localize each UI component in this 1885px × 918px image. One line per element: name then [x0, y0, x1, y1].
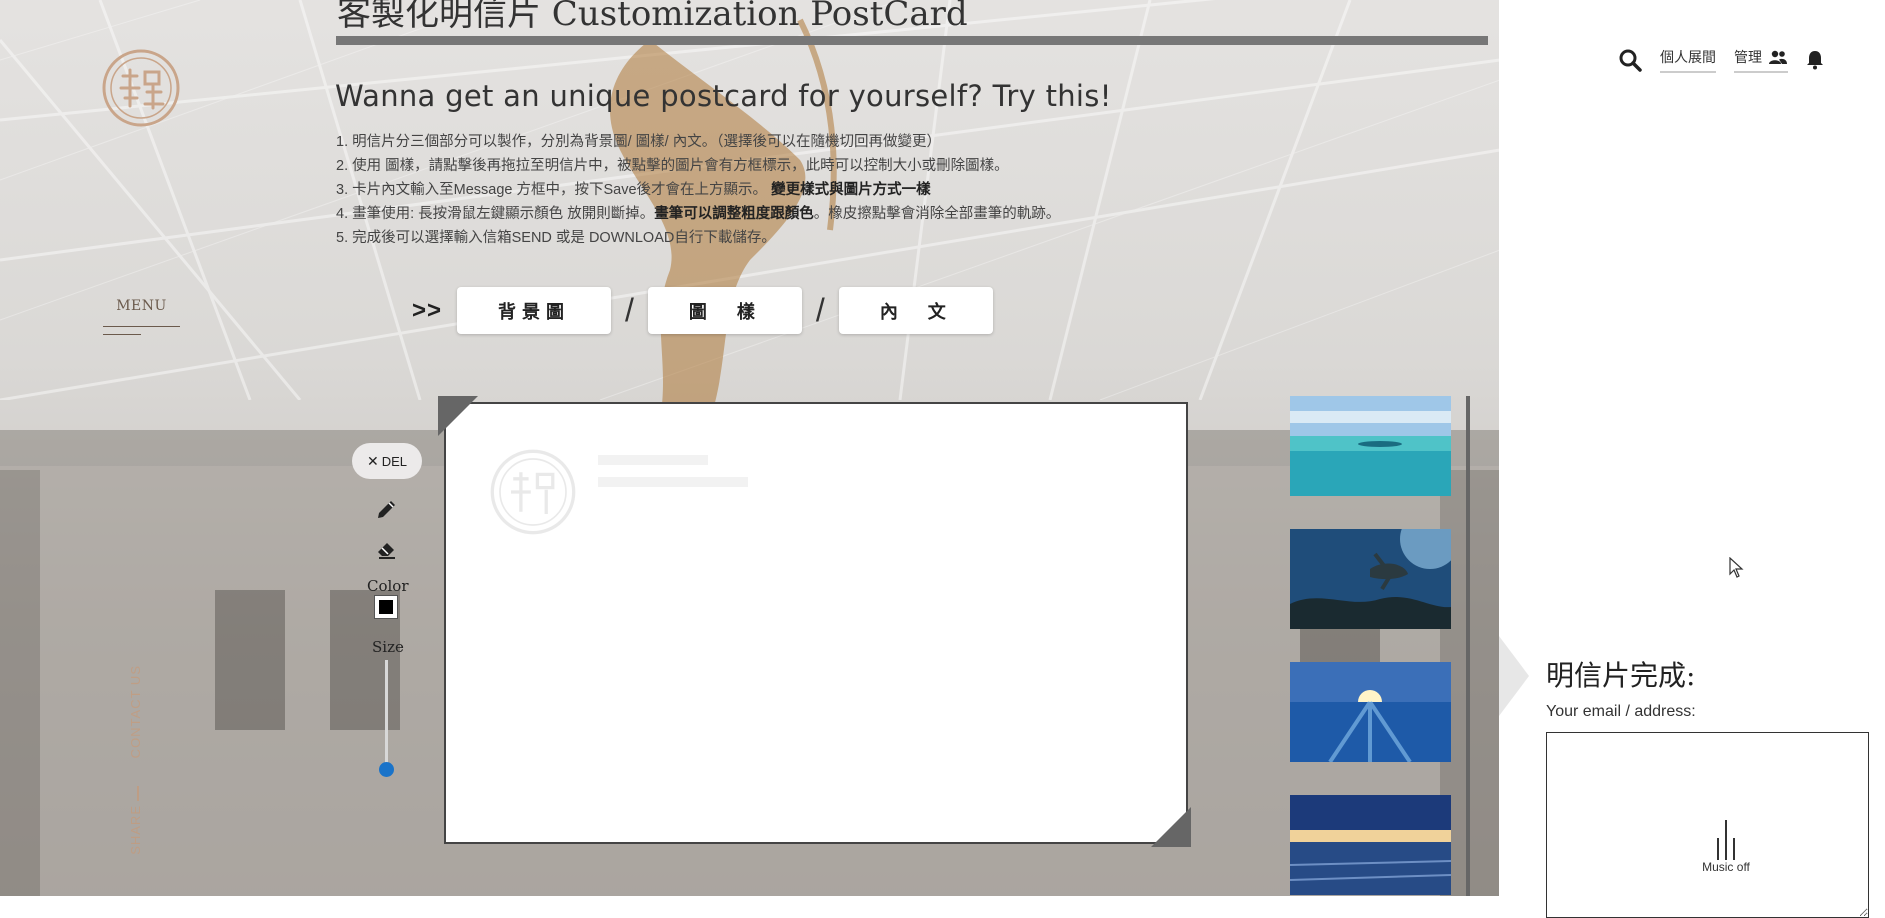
instruction-list: 1. 明信片分三個部分可以製作，分別為背景圖/ 圖樣/ 內文。（選擇後可以在隨機…: [336, 130, 1060, 250]
top-navigation: 個人展間 管理: [1618, 46, 1824, 74]
color-label: Color: [367, 577, 409, 595]
menu-divider: [103, 326, 180, 327]
share-link[interactable]: SHARE: [128, 805, 143, 855]
tabs-arrow: >>: [412, 296, 443, 324]
panel-notch: [1499, 636, 1529, 716]
menu-label: MENU: [116, 298, 167, 314]
site-logo[interactable]: [101, 48, 181, 128]
thumbnail-scrollbar[interactable]: [1466, 396, 1470, 896]
background-thumbnail[interactable]: [1290, 662, 1451, 762]
tab-message[interactable]: 內 文: [838, 287, 993, 334]
instruction-item: 1. 明信片分三個部分可以製作，分別為背景圖/ 圖樣/ 內文。（選擇後可以在隨機…: [336, 134, 941, 150]
search-icon[interactable]: [1618, 48, 1642, 72]
manage-label: 管理: [1734, 50, 1762, 66]
canvas-corner-bottom-right: [1151, 807, 1191, 847]
completion-title: 明信片完成:: [1546, 659, 1696, 692]
delete-label: DEL: [381, 453, 408, 469]
page-title: 客製化明信片 Customization PostCard: [337, 0, 968, 34]
music-toggle[interactable]: Music off: [1692, 820, 1760, 874]
side-link-separator: [137, 786, 139, 801]
background-thumbnail[interactable]: [1290, 529, 1451, 629]
background-thumbnail[interactable]: [1290, 396, 1451, 496]
bell-icon[interactable]: [1806, 50, 1824, 70]
canvas-watermark-logo: [490, 449, 576, 535]
personal-exhibition-label: 個人展間: [1660, 50, 1716, 66]
music-label: Music off: [1702, 860, 1750, 874]
tab-pattern[interactable]: 圖 樣: [647, 287, 802, 334]
instruction-item: 5. 完成後可以選擇輸入信箱SEND 或是 DOWNLOAD自行下載儲存。: [336, 230, 776, 246]
menu-divider-short: [103, 334, 141, 335]
color-swatch-fill: [379, 600, 393, 614]
page-subtitle: Wanna get an unique postcard for yoursel…: [335, 79, 1112, 113]
mouse-cursor-icon: [1729, 557, 1744, 578]
pencil-icon[interactable]: [376, 498, 398, 520]
delete-button[interactable]: ✕ DEL: [352, 443, 422, 479]
canvas-corner-top-left: [438, 396, 478, 436]
background-thumbnail[interactable]: [1290, 795, 1451, 895]
menu-toggle[interactable]: MENU: [103, 298, 180, 335]
tab-separator: /: [815, 292, 825, 328]
contact-us-link[interactable]: CONTACT US: [128, 665, 143, 758]
canvas-watermark-text: [598, 449, 748, 487]
editor-tabs: >> 背景圖 / 圖 樣 / 內 文: [412, 287, 993, 334]
close-icon: ✕: [366, 452, 379, 469]
email-label: Your email / address:: [1546, 703, 1696, 720]
instruction-item: 4. 畫筆使用: 長按滑鼠左鍵顯示顏色 放開則斷掉。畫筆可以調整粗度跟顏色。橡皮…: [336, 206, 1061, 222]
personal-exhibition-link[interactable]: 個人展間: [1660, 47, 1716, 73]
tab-background[interactable]: 背景圖: [457, 287, 612, 334]
instruction-item: 3. 卡片內文輸入至Message 方框中，按下Save後才會在上方顯示。 變更…: [336, 182, 931, 198]
title-underline: [336, 36, 1488, 45]
manage-link[interactable]: 管理: [1734, 47, 1788, 73]
users-icon: [1769, 50, 1787, 64]
color-picker[interactable]: [374, 595, 398, 619]
music-bars-icon: [1692, 820, 1760, 860]
eraser-icon[interactable]: [376, 538, 398, 560]
size-label: Size: [372, 638, 404, 656]
instruction-item: 2. 使用 圖樣，請點擊後再拖拉至明信片中，被點擊的圖片會有方框標示，此時可以控…: [336, 158, 1009, 174]
tab-separator: /: [625, 292, 634, 328]
size-slider[interactable]: [385, 660, 388, 775]
